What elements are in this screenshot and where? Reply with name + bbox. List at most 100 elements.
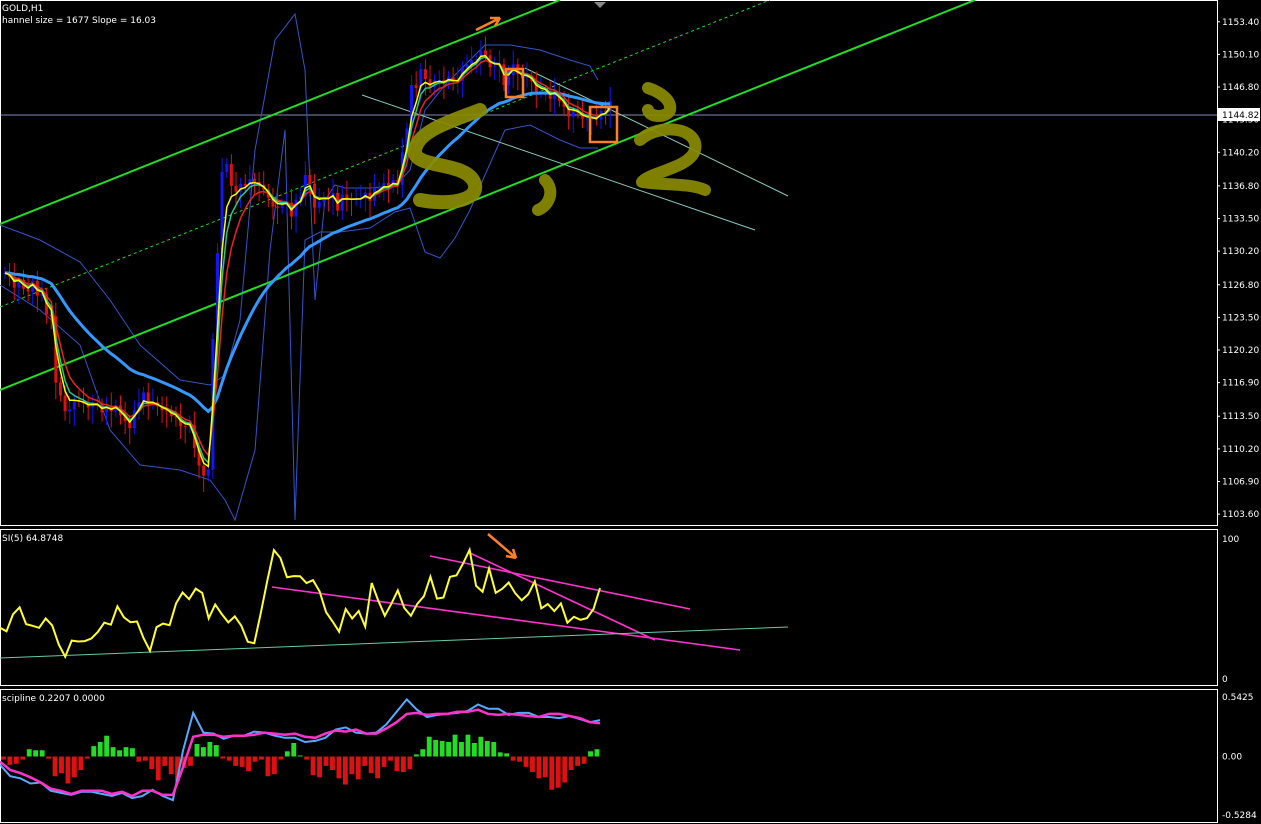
candle — [567, 92, 571, 130]
chart-canvas[interactable]: 1153.401150.101146.801143.501140.201136.… — [0, 0, 1261, 824]
osc-tick-label: -0.5284 — [1222, 811, 1257, 821]
osc-bar — [562, 756, 568, 783]
current-price-text: 1144.82 — [1222, 111, 1259, 121]
osc-bar — [491, 741, 497, 757]
candle — [363, 186, 367, 212]
rsi-tick-label: 100 — [1222, 535, 1239, 545]
candle — [530, 70, 534, 94]
candle — [243, 174, 247, 192]
osc-bar — [168, 756, 174, 775]
rsi-axis: 100 0 — [1222, 535, 1239, 685]
candle — [294, 193, 298, 233]
osc-bar — [401, 756, 406, 773]
candle — [165, 396, 169, 428]
osc-bar — [7, 756, 13, 765]
candle — [234, 172, 238, 205]
osc-bar — [323, 756, 329, 766]
candle-body — [465, 64, 469, 68]
highlight-box-2 — [588, 105, 619, 144]
osc-bar — [471, 742, 477, 757]
rsi-trend-lines — [0, 552, 789, 659]
osc-bar — [84, 756, 90, 759]
price-tick-label: 1140.20 — [1222, 148, 1259, 158]
candle — [239, 177, 243, 209]
price-tick-label: 1116.90 — [1222, 379, 1259, 389]
candle — [516, 58, 520, 91]
price-tick-label: 1113.50 — [1222, 412, 1259, 422]
osc-bar — [304, 756, 310, 760]
candle — [137, 388, 141, 420]
osc-bar — [233, 756, 239, 766]
candle-body — [294, 199, 298, 217]
osc-bar — [291, 742, 297, 757]
candle — [160, 396, 164, 424]
osc-bar — [194, 744, 200, 757]
candle-body — [423, 69, 427, 80]
osc-bar — [510, 756, 516, 761]
osc-bar — [136, 756, 142, 762]
osc-bar — [388, 756, 393, 761]
osc-bar — [97, 741, 103, 757]
rsi-line — [0, 546, 601, 660]
price-tick-label: 1136.80 — [1222, 182, 1259, 192]
osc-bar — [239, 756, 245, 767]
osc-bar — [465, 734, 471, 757]
rsi-line-group — [0, 546, 601, 660]
price-tick-label: 1103.60 — [1222, 510, 1259, 520]
candle — [105, 396, 109, 426]
osc-bar — [26, 749, 32, 757]
candle — [373, 174, 377, 207]
osc-bar — [446, 741, 452, 757]
candle — [493, 56, 497, 81]
osc-bar — [362, 756, 368, 766]
candle-body — [225, 164, 229, 173]
osc-bar — [375, 756, 381, 779]
price-axis: 1153.401150.101146.801143.501140.201136.… — [1217, 18, 1259, 520]
candle-body — [206, 469, 210, 476]
price-tick-label: 1150.10 — [1222, 50, 1259, 60]
candle-body — [483, 50, 487, 56]
candle — [350, 192, 353, 217]
candle-body — [72, 400, 76, 410]
handwriting-s2 — [642, 82, 677, 122]
price-tick-label: 1120.20 — [1222, 346, 1259, 356]
osc-bar — [220, 756, 226, 759]
osc-title: scipline 0.2207 0.0000 — [2, 694, 105, 704]
osc-bar — [555, 756, 561, 788]
candle — [414, 71, 418, 98]
osc-bar — [426, 736, 432, 757]
candle — [345, 180, 349, 212]
candle-body — [63, 395, 67, 412]
candle — [548, 81, 552, 112]
osc-bar — [484, 740, 490, 757]
price-tick-label: 1123.50 — [1222, 313, 1259, 323]
candle-body — [183, 426, 187, 428]
osc-bar — [123, 747, 129, 757]
osc-bar — [355, 756, 361, 780]
osc-tick-label: 0.5425 — [1222, 693, 1254, 703]
rsi-panel-frame — [0, 529, 1218, 686]
candle-body — [317, 201, 321, 208]
candle-body — [132, 410, 136, 429]
osc-bar — [342, 756, 348, 785]
osc-bar — [568, 756, 574, 771]
candle — [326, 187, 330, 212]
top-marker — [594, 2, 606, 8]
osc-bar — [104, 735, 110, 757]
candle — [31, 274, 35, 305]
osc-bar — [149, 756, 155, 769]
osc-bar — [530, 756, 535, 773]
osc-bar — [13, 756, 19, 764]
candle — [317, 187, 321, 214]
osc-bar — [317, 756, 322, 778]
candle-body — [252, 178, 256, 182]
candle-body — [280, 204, 284, 208]
candle-body — [26, 288, 30, 292]
osc-bar — [1, 756, 6, 760]
candle-body — [202, 465, 206, 476]
osc-bar — [201, 747, 206, 757]
candle-body — [414, 85, 418, 89]
osc-tick-label: 0.00 — [1222, 753, 1242, 763]
osc-bar — [265, 756, 271, 777]
osc-bar — [523, 756, 529, 767]
